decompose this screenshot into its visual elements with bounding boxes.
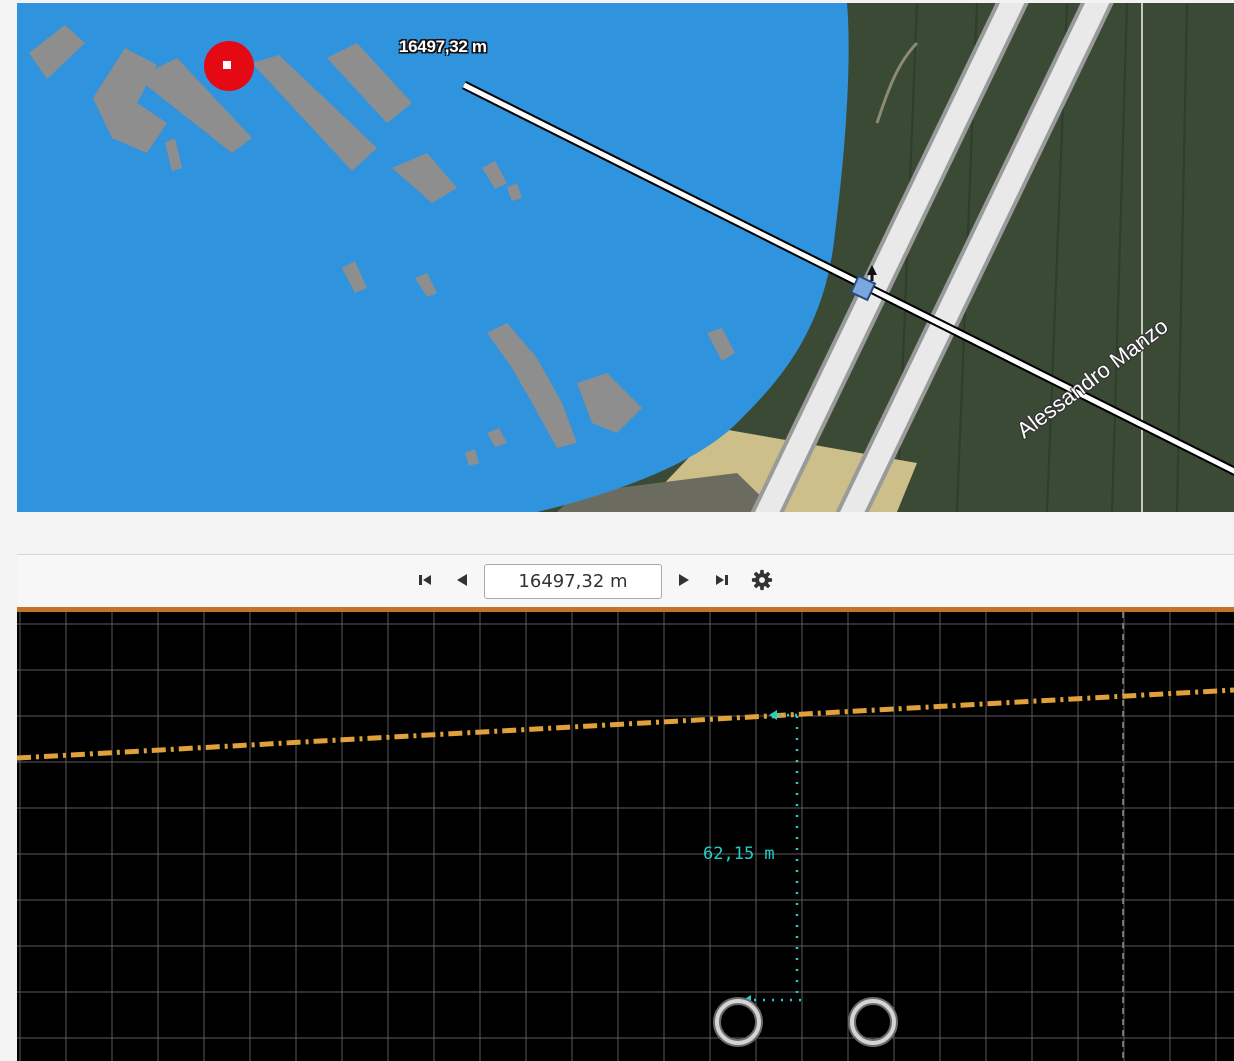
pipe-cross-section-right	[848, 997, 898, 1047]
skip-to-end-button[interactable]	[711, 571, 733, 593]
step-back-icon	[454, 572, 470, 593]
map-measurement-label: 16497,32 m	[399, 37, 487, 56]
pipe-cross-section-left	[713, 997, 763, 1047]
gear-icon	[751, 569, 773, 596]
window-left-edge	[0, 0, 17, 1061]
step-forward-icon	[676, 572, 692, 593]
map-canvas[interactable]	[17, 3, 1234, 512]
profile-grid	[17, 612, 1234, 1061]
depth-measurement-label: 62,15 m	[703, 844, 775, 864]
skip-to-start-icon	[417, 572, 433, 593]
profile-view[interactable]: 62,15 m	[17, 612, 1234, 1061]
step-forward-button[interactable]	[673, 571, 695, 593]
skip-to-start-button[interactable]	[414, 571, 436, 593]
location-marker[interactable]	[204, 41, 254, 91]
panel-divider[interactable]	[17, 512, 1234, 555]
step-back-button[interactable]	[451, 571, 473, 593]
map-view[interactable]: 16497,32 m Alessandro Manzo	[17, 3, 1234, 512]
profile-position-input[interactable]	[484, 564, 662, 599]
terrain-profile-line	[17, 687, 1234, 761]
profile-settings-button[interactable]	[751, 569, 773, 596]
profile-navigation-toolbar	[17, 555, 1234, 607]
skip-to-end-icon	[714, 572, 730, 593]
profile-canvas[interactable]	[17, 612, 1234, 1061]
